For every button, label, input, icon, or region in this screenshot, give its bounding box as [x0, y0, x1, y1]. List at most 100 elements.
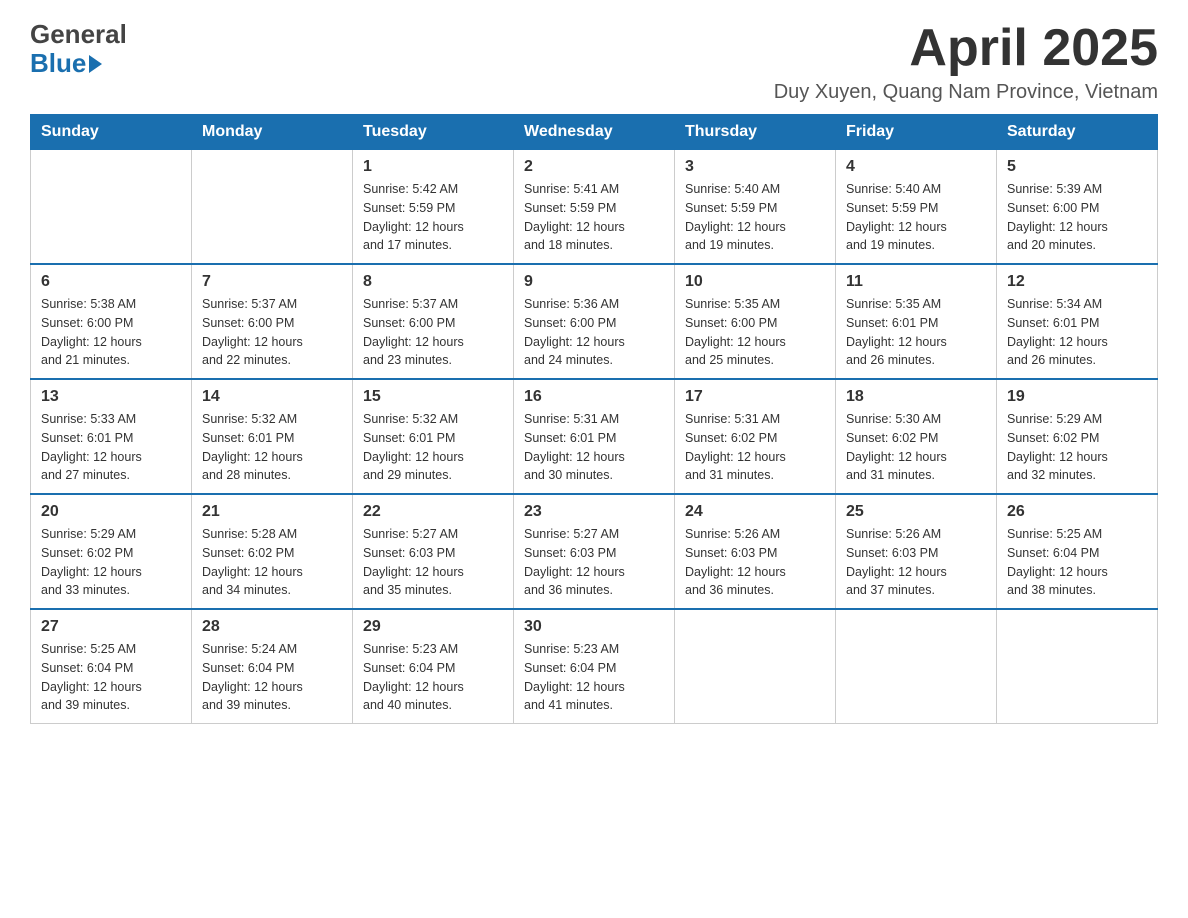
calendar-cell: 4 Sunrise: 5:40 AMSunset: 5:59 PMDaylight…: [836, 150, 997, 265]
day-info: Sunrise: 5:33 AMSunset: 6:01 PMDaylight:…: [41, 410, 181, 485]
col-header-sunday: Sunday: [31, 115, 192, 150]
day-info: Sunrise: 5:28 AMSunset: 6:02 PMDaylight:…: [202, 525, 342, 600]
calendar-cell: 15 Sunrise: 5:32 AMSunset: 6:01 PMDayligh…: [353, 379, 514, 494]
calendar-cell: [675, 609, 836, 724]
calendar-cell: [31, 150, 192, 265]
day-info: Sunrise: 5:37 AMSunset: 6:00 PMDaylight:…: [202, 295, 342, 370]
calendar-cell: 20 Sunrise: 5:29 AMSunset: 6:02 PMDayligh…: [31, 494, 192, 609]
calendar-week-row: 6 Sunrise: 5:38 AMSunset: 6:00 PMDaylight…: [31, 264, 1158, 379]
day-number: 30: [524, 618, 664, 636]
day-info: Sunrise: 5:27 AMSunset: 6:03 PMDaylight:…: [524, 525, 664, 600]
day-info: Sunrise: 5:38 AMSunset: 6:00 PMDaylight:…: [41, 295, 181, 370]
day-number: 13: [41, 388, 181, 406]
calendar-cell: [836, 609, 997, 724]
calendar-cell: 3 Sunrise: 5:40 AMSunset: 5:59 PMDaylight…: [675, 150, 836, 265]
day-info: Sunrise: 5:42 AMSunset: 5:59 PMDaylight:…: [363, 180, 503, 255]
col-header-thursday: Thursday: [675, 115, 836, 150]
calendar-cell: 1 Sunrise: 5:42 AMSunset: 5:59 PMDaylight…: [353, 150, 514, 265]
calendar-cell: 7 Sunrise: 5:37 AMSunset: 6:00 PMDaylight…: [192, 264, 353, 379]
calendar-week-row: 1 Sunrise: 5:42 AMSunset: 5:59 PMDaylight…: [31, 150, 1158, 265]
calendar-week-row: 27 Sunrise: 5:25 AMSunset: 6:04 PMDayligh…: [31, 609, 1158, 724]
calendar-cell: 14Sunrise: 5:32 AMSunset: 6:01 PMDayligh…: [192, 379, 353, 494]
logo-blue: Blue: [30, 49, 86, 78]
day-number: 26: [1007, 503, 1147, 521]
day-number: 2: [524, 158, 664, 176]
day-number: 23: [524, 503, 664, 521]
calendar-title: April 2025: [774, 20, 1158, 77]
calendar-cell: 8Sunrise: 5:37 AMSunset: 6:00 PMDaylight…: [353, 264, 514, 379]
day-number: 16: [524, 388, 664, 406]
logo: General Blue: [30, 20, 127, 77]
day-number: 15: [363, 388, 503, 406]
day-number: 5: [1007, 158, 1147, 176]
day-number: 21: [202, 503, 342, 521]
calendar-cell: 17Sunrise: 5:31 AMSunset: 6:02 PMDayligh…: [675, 379, 836, 494]
calendar-cell: 16 Sunrise: 5:31 AMSunset: 6:01 PMDayligh…: [514, 379, 675, 494]
day-info: Sunrise: 5:32 AMSunset: 6:01 PMDaylight:…: [363, 410, 503, 485]
calendar-cell: 19 Sunrise: 5:29 AMSunset: 6:02 PMDayligh…: [997, 379, 1158, 494]
day-info: Sunrise: 5:23 AMSunset: 6:04 PMDaylight:…: [524, 640, 664, 715]
calendar-cell: 2Sunrise: 5:41 AMSunset: 5:59 PMDaylight…: [514, 150, 675, 265]
calendar-week-row: 13 Sunrise: 5:33 AMSunset: 6:01 PMDayligh…: [31, 379, 1158, 494]
day-info: Sunrise: 5:25 AMSunset: 6:04 PMDaylight:…: [41, 640, 181, 715]
calendar-week-row: 20 Sunrise: 5:29 AMSunset: 6:02 PMDayligh…: [31, 494, 1158, 609]
day-info: Sunrise: 5:40 AMSunset: 5:59 PMDaylight:…: [685, 180, 825, 255]
title-area: April 2025 Duy Xuyen, Quang Nam Province…: [774, 20, 1158, 104]
day-number: 4: [846, 158, 986, 176]
day-number: 7: [202, 273, 342, 291]
calendar-cell: 11Sunrise: 5:35 AMSunset: 6:01 PMDayligh…: [836, 264, 997, 379]
calendar-cell: 21 Sunrise: 5:28 AMSunset: 6:02 PMDayligh…: [192, 494, 353, 609]
logo-arrow-icon: [89, 55, 102, 73]
col-header-wednesday: Wednesday: [514, 115, 675, 150]
day-number: 9: [524, 273, 664, 291]
day-info: Sunrise: 5:36 AMSunset: 6:00 PMDaylight:…: [524, 295, 664, 370]
calendar-table: SundayMondayTuesdayWednesdayThursdayFrid…: [30, 114, 1158, 724]
day-info: Sunrise: 5:40 AMSunset: 5:59 PMDaylight:…: [846, 180, 986, 255]
day-number: 14: [202, 388, 342, 406]
day-number: 6: [41, 273, 181, 291]
day-number: 19: [1007, 388, 1147, 406]
calendar-cell: 12Sunrise: 5:34 AMSunset: 6:01 PMDayligh…: [997, 264, 1158, 379]
col-header-tuesday: Tuesday: [353, 115, 514, 150]
day-info: Sunrise: 5:31 AMSunset: 6:01 PMDaylight:…: [524, 410, 664, 485]
calendar-cell: 23 Sunrise: 5:27 AMSunset: 6:03 PMDayligh…: [514, 494, 675, 609]
day-info: Sunrise: 5:24 AMSunset: 6:04 PMDaylight:…: [202, 640, 342, 715]
day-number: 20: [41, 503, 181, 521]
calendar-cell: 24 Sunrise: 5:26 AMSunset: 6:03 PMDayligh…: [675, 494, 836, 609]
day-number: 24: [685, 503, 825, 521]
calendar-cell: 27 Sunrise: 5:25 AMSunset: 6:04 PMDayligh…: [31, 609, 192, 724]
day-number: 18: [846, 388, 986, 406]
day-info: Sunrise: 5:29 AMSunset: 6:02 PMDaylight:…: [1007, 410, 1147, 485]
day-number: 8: [363, 273, 503, 291]
day-number: 28: [202, 618, 342, 636]
calendar-cell: [997, 609, 1158, 724]
day-number: 1: [363, 158, 503, 176]
day-info: Sunrise: 5:26 AMSunset: 6:03 PMDaylight:…: [685, 525, 825, 600]
calendar-location: Duy Xuyen, Quang Nam Province, Vietnam: [774, 81, 1158, 104]
calendar-cell: 30 Sunrise: 5:23 AMSunset: 6:04 PMDayligh…: [514, 609, 675, 724]
day-number: 3: [685, 158, 825, 176]
day-info: Sunrise: 5:34 AMSunset: 6:01 PMDaylight:…: [1007, 295, 1147, 370]
calendar-cell: 22Sunrise: 5:27 AMSunset: 6:03 PMDayligh…: [353, 494, 514, 609]
day-number: 27: [41, 618, 181, 636]
day-number: 29: [363, 618, 503, 636]
calendar-cell: 29Sunrise: 5:23 AMSunset: 6:04 PMDayligh…: [353, 609, 514, 724]
calendar-cell: 28 Sunrise: 5:24 AMSunset: 6:04 PMDayligh…: [192, 609, 353, 724]
calendar-cell: 9 Sunrise: 5:36 AMSunset: 6:00 PMDaylight…: [514, 264, 675, 379]
day-number: 10: [685, 273, 825, 291]
day-info: Sunrise: 5:25 AMSunset: 6:04 PMDaylight:…: [1007, 525, 1147, 600]
day-number: 17: [685, 388, 825, 406]
calendar-cell: 13 Sunrise: 5:33 AMSunset: 6:01 PMDayligh…: [31, 379, 192, 494]
col-header-monday: Monday: [192, 115, 353, 150]
day-info: Sunrise: 5:39 AMSunset: 6:00 PMDaylight:…: [1007, 180, 1147, 255]
day-info: Sunrise: 5:26 AMSunset: 6:03 PMDaylight:…: [846, 525, 986, 600]
calendar-cell: 10 Sunrise: 5:35 AMSunset: 6:00 PMDayligh…: [675, 264, 836, 379]
logo-general: General: [30, 20, 127, 49]
calendar-cell: 5 Sunrise: 5:39 AMSunset: 6:00 PMDaylight…: [997, 150, 1158, 265]
header: General Blue April 2025 Duy Xuyen, Quang…: [30, 20, 1158, 104]
day-number: 25: [846, 503, 986, 521]
day-info: Sunrise: 5:35 AMSunset: 6:00 PMDaylight:…: [685, 295, 825, 370]
calendar-cell: [192, 150, 353, 265]
day-info: Sunrise: 5:29 AMSunset: 6:02 PMDaylight:…: [41, 525, 181, 600]
calendar-cell: 18Sunrise: 5:30 AMSunset: 6:02 PMDayligh…: [836, 379, 997, 494]
